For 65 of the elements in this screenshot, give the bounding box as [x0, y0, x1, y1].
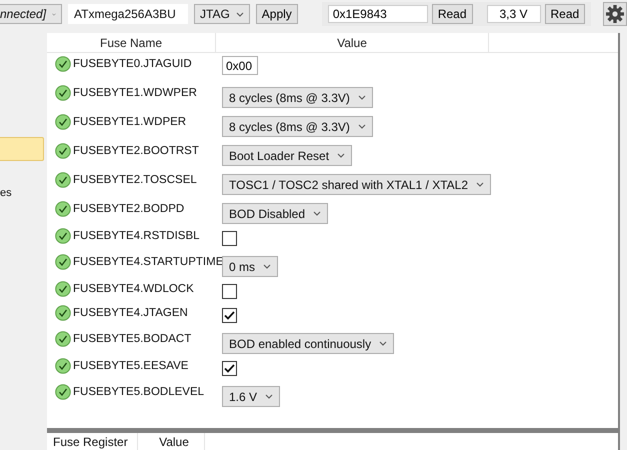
check-circle-icon — [55, 143, 71, 159]
value-combo[interactable]: 1.6 V — [222, 386, 280, 407]
chevron-icon — [358, 95, 366, 100]
voltage-field[interactable]: 3,3 V — [486, 5, 540, 23]
check-circle-icon — [55, 85, 71, 101]
fuse-name: FUSEBYTE5.BODLEVEL — [73, 386, 204, 398]
fuse-name: FUSEBYTE5.EESAVE — [73, 360, 188, 372]
column-header[interactable]: Fuse Register — [47, 433, 138, 450]
checkbox[interactable] — [222, 361, 237, 376]
fuse-name: FUSEBYTE1.WDWPER — [73, 87, 197, 99]
fuse-name: FUSEBYTE2.TOSCSEL — [73, 174, 197, 186]
signature-field[interactable]: 0x1E9843 — [328, 5, 428, 23]
column-header[interactable]: Value — [138, 433, 205, 450]
settings-button[interactable] — [603, 2, 627, 26]
chevron-icon — [313, 211, 322, 216]
device-combo[interactable]: ATxmega256A3BU — [68, 4, 188, 24]
chevron-icon — [337, 153, 346, 158]
checkbox[interactable] — [222, 308, 237, 323]
apply-button[interactable]: Apply — [256, 4, 298, 24]
connection-combo[interactable]: nnected] — [0, 4, 62, 24]
check-circle-icon — [55, 358, 71, 374]
sidebar-item[interactable]: es — [0, 187, 44, 209]
check-circle-icon — [55, 384, 71, 400]
fuse-name: FUSEBYTE4.STARTUPTIME — [73, 256, 224, 268]
fuse-name: FUSEBYTE4.JTAGEN — [73, 307, 188, 319]
chevron-icon — [265, 394, 274, 399]
check-circle-icon — [55, 305, 71, 321]
check-circle-icon — [55, 56, 71, 72]
read-button[interactable]: Read — [544, 4, 586, 24]
check-circle-icon — [55, 172, 71, 188]
chevron-icon — [476, 182, 484, 187]
value-combo[interactable]: 8 cycles (8ms @ 3.3V) — [222, 116, 373, 137]
fuse-name: FUSEBYTE5.BODACT — [73, 333, 192, 345]
column-header[interactable]: Value — [216, 33, 489, 52]
value-combo[interactable]: BOD enabled continuously — [222, 333, 394, 354]
fuse-name: FUSEBYTE0.JTAGUID — [73, 58, 192, 70]
interface-combo[interactable]: JTAG — [194, 4, 250, 24]
chevron-icon — [379, 341, 388, 346]
value-combo[interactable]: 8 cycles (8ms @ 3.3V) — [222, 87, 373, 108]
check-circle-icon — [55, 254, 71, 270]
fuse-name: FUSEBYTE1.WDPER — [73, 116, 186, 128]
fuse-name: FUSEBYTE4.RSTDISBL — [73, 230, 200, 242]
value-combo[interactable]: BOD Disabled — [222, 203, 328, 224]
check-circle-icon — [55, 228, 71, 244]
value-field[interactable]: 0x00 — [222, 56, 258, 75]
check-circle-icon — [55, 331, 71, 347]
fuse-name: FUSEBYTE4.WDLOCK — [73, 283, 194, 295]
fuse-name: FUSEBYTE2.BODPD — [73, 203, 184, 215]
chevron-icon — [263, 264, 272, 269]
value-combo[interactable]: Boot Loader Reset — [222, 145, 352, 166]
checkbox[interactable] — [222, 284, 237, 299]
check-circle-icon — [55, 114, 71, 130]
value-combo[interactable]: 0 ms — [222, 256, 278, 277]
checkmark-icon — [224, 364, 235, 373]
fuse-name: FUSEBYTE2.BOOTRST — [73, 145, 199, 157]
value-combo[interactable]: TOSC1 / TOSC2 shared with XTAL1 / XTAL2 — [222, 174, 491, 195]
chevron-icon — [358, 124, 366, 129]
chevron-icon — [236, 12, 244, 16]
check-circle-icon — [55, 281, 71, 297]
checkbox[interactable] — [222, 231, 237, 246]
read-button[interactable]: Read — [432, 4, 472, 24]
settings-icon — [605, 4, 626, 24]
checkmark-icon — [224, 311, 235, 320]
column-header[interactable]: Fuse Name — [47, 33, 216, 52]
check-circle-icon — [55, 201, 71, 217]
